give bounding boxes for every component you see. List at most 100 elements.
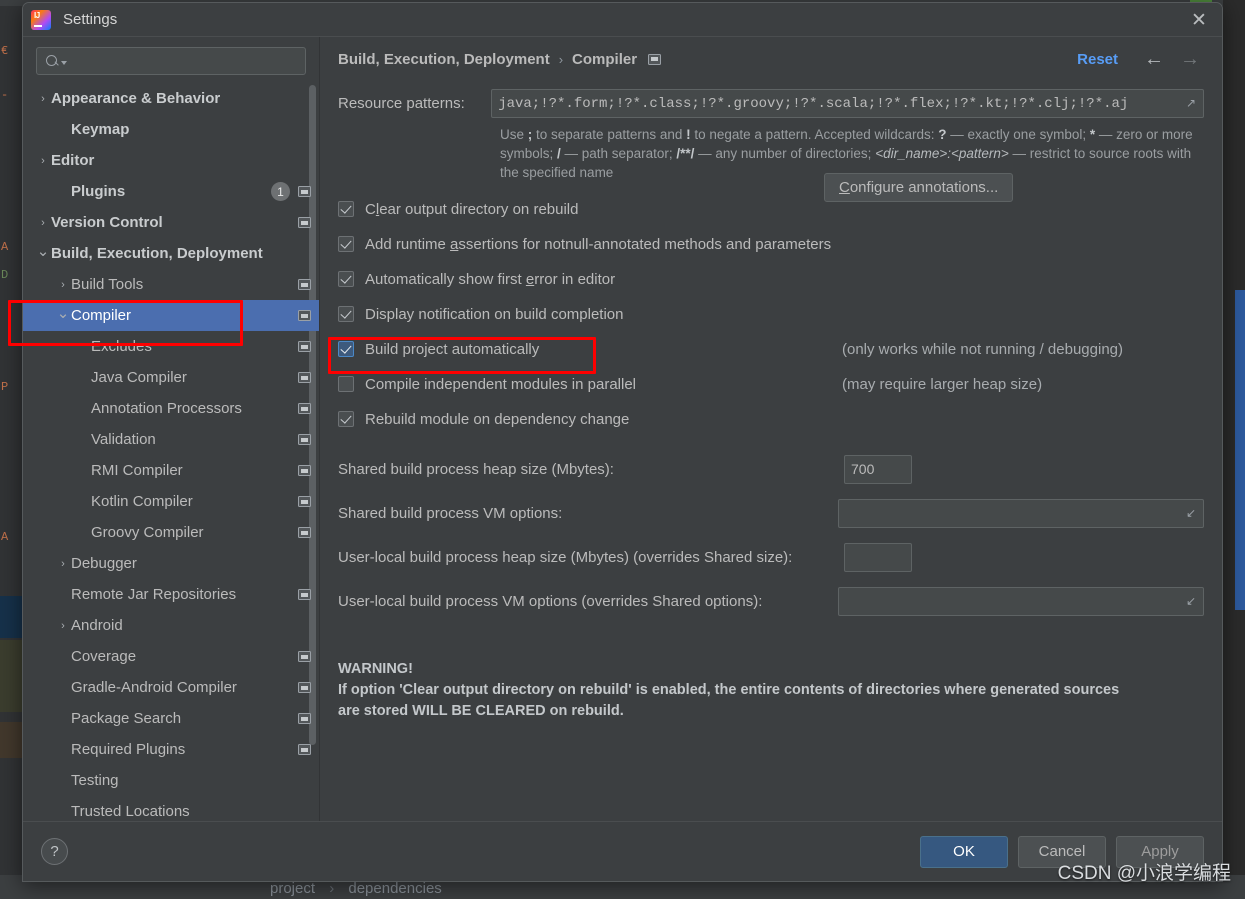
chevron-down-icon[interactable]: ⌄ (55, 304, 71, 322)
sidebar-item-plugins[interactable]: Plugins 1 (23, 176, 319, 207)
sidebar-item-version-control[interactable]: › Version Control (23, 207, 319, 238)
sidebar-item-label: Remote Jar Repositories (71, 586, 237, 603)
reset-button[interactable]: Reset (1077, 51, 1118, 68)
sidebar-item-kotlin-compiler[interactable]: Kotlin Compiler (23, 486, 319, 517)
chevron-down-icon[interactable] (61, 61, 67, 65)
background-breadcrumb-left: project (270, 880, 316, 897)
project-scope-icon[interactable] (298, 310, 311, 321)
project-scope-icon[interactable] (298, 496, 311, 507)
sidebar-item-keymap[interactable]: Keymap (23, 114, 319, 145)
project-scope-icon[interactable] (298, 682, 311, 693)
field-label: User-local build process VM options (ove… (338, 592, 763, 610)
help-button[interactable]: ? (41, 838, 68, 865)
checkbox-label-post: rror in editor (534, 270, 616, 288)
expand-icon[interactable]: ↙ (1184, 594, 1198, 608)
field-input-user-local-build-process-heap-size-mbytes-over[interactable] (844, 542, 912, 572)
field-input-user-local-build-process-vm-options-overrides-[interactable]: ↙ (838, 586, 1204, 616)
sidebar-item-label: Coverage (71, 648, 137, 665)
arrow-right-icon[interactable]: → (1180, 48, 1200, 71)
checkbox-label[interactable]: Add runtime assertions for notnull-annot… (365, 236, 831, 253)
project-scope-icon[interactable] (298, 434, 311, 445)
warning-line-2: are stored WILL BE CLEARED on rebuild. (338, 703, 624, 719)
checkbox-add-runtime-assertions-for-notnull-annotat[interactable] (338, 236, 354, 252)
expand-icon[interactable]: ↗ (1184, 96, 1198, 110)
sidebar-item-compiler[interactable]: ⌄ Compiler (23, 300, 319, 331)
configure-annotations-button[interactable]: Configure annotations... (824, 173, 1014, 202)
project-scope-icon[interactable] (298, 589, 311, 600)
chevron-right-icon[interactable]: › (55, 620, 71, 632)
checkbox-build-project-automatically[interactable] (338, 341, 354, 357)
sidebar-item-required-plugins[interactable]: Required Plugins (23, 734, 319, 765)
chevron-right-icon[interactable]: › (35, 93, 51, 105)
sidebar-item-annotation-processors[interactable]: Annotation Processors (23, 393, 319, 424)
expand-icon[interactable]: ↙ (1184, 506, 1198, 520)
arrow-left-icon[interactable]: ← (1144, 48, 1164, 71)
sidebar-item-android[interactable]: › Android (23, 610, 319, 641)
sidebar-item-java-compiler[interactable]: Java Compiler (23, 362, 319, 393)
gutter-glyph: - (1, 88, 9, 102)
chevron-right-icon[interactable]: › (55, 558, 71, 570)
checkbox-label[interactable]: Display notification on build completion (365, 306, 623, 323)
sidebar-item-label: Build, Execution, Deployment (51, 245, 263, 262)
project-scope-icon[interactable] (298, 341, 311, 352)
sidebar-item-rmi-compiler[interactable]: RMI Compiler (23, 455, 319, 486)
sidebar-item-debugger[interactable]: › Debugger (23, 548, 319, 579)
sidebar-item-excludes[interactable]: Excludes (23, 331, 319, 362)
sidebar-item-editor[interactable]: › Editor (23, 145, 319, 176)
sidebar-item-groovy-compiler[interactable]: Groovy Compiler (23, 517, 319, 548)
checkbox-label[interactable]: Automatically show first error in editor (365, 271, 615, 288)
checkbox-label[interactable]: Build project automatically (365, 341, 539, 358)
resource-patterns-field[interactable]: java;!?*.form;!?*.class;!?*.groovy;!?*.s… (491, 89, 1204, 118)
field-input-shared-build-process-heap-size-mbytes[interactable]: 700 (844, 454, 912, 484)
sidebar-item-trusted-locations[interactable]: Trusted Locations (23, 796, 319, 821)
sidebar-item-label: Trusted Locations (71, 803, 190, 820)
search-input[interactable] (72, 53, 297, 69)
checkbox-label[interactable]: Clear output directory on rebuild (365, 201, 578, 218)
project-scope-icon[interactable] (298, 279, 311, 290)
project-scope-icon[interactable] (298, 372, 311, 383)
project-scope-icon[interactable] (298, 217, 311, 228)
sidebar-item-gradle-android-compiler[interactable]: Gradle-Android Compiler (23, 672, 319, 703)
project-scope-icon[interactable] (298, 403, 311, 414)
chevron-down-icon[interactable]: ⌄ (35, 242, 51, 260)
project-scope-icon[interactable] (298, 465, 311, 476)
checkbox-automatically-show-first-error-in-editor[interactable] (338, 271, 354, 287)
sidebar-item-remote-jar-repositories[interactable]: Remote Jar Repositories (23, 579, 319, 610)
project-scope-icon[interactable] (298, 186, 311, 197)
project-scope-icon[interactable] (298, 651, 311, 662)
checkbox-display-notification-on-build-completion[interactable] (338, 306, 354, 322)
hint-text: Use (500, 127, 528, 142)
warning-line-1: If option 'Clear output directory on reb… (338, 682, 1120, 698)
sidebar-item-build-execution-deployment[interactable]: ⌄ Build, Execution, Deployment (23, 238, 319, 269)
hint-text: — exactly one symbol; (946, 127, 1090, 142)
chevron-right-icon[interactable]: › (35, 155, 51, 167)
checkbox-row-add-runtime-assertions-for-notnull-annotat: Add runtime assertions for notnull-annot… (338, 233, 1204, 255)
chevron-right-icon[interactable]: › (55, 279, 71, 291)
checkbox-label[interactable]: Compile independent modules in parallel (365, 376, 636, 393)
sidebar-item-appearance-behavior[interactable]: › Appearance & Behavior (23, 83, 319, 114)
sidebar-item-testing[interactable]: Testing (23, 765, 319, 796)
resource-patterns-value: java;!?*.form;!?*.class;!?*.groovy;!?*.s… (498, 95, 1129, 112)
hint-text: — any number of directories; (694, 146, 876, 161)
ok-button[interactable]: OK (920, 835, 1008, 868)
checkbox-compile-independent-modules-in-parallel[interactable] (338, 376, 354, 392)
breadcrumb-parent[interactable]: Build, Execution, Deployment (338, 51, 550, 68)
chevron-right-icon[interactable]: › (35, 217, 51, 229)
project-scope-icon[interactable] (298, 527, 311, 538)
checkbox-clear-output-directory-on-rebuild[interactable] (338, 201, 354, 217)
field-input-shared-build-process-vm-options[interactable]: ↙ (838, 498, 1204, 528)
project-scope-icon[interactable] (298, 713, 311, 724)
checkbox-rebuild-module-on-dependency-change[interactable] (338, 411, 354, 427)
gutter-glyph: P (1, 380, 9, 394)
sidebar-item-coverage[interactable]: Coverage (23, 641, 319, 672)
close-icon[interactable]: ✕ (1182, 6, 1216, 34)
sidebar-item-package-search[interactable]: Package Search (23, 703, 319, 734)
editor-scrollbar[interactable] (1235, 290, 1245, 610)
project-scope-icon[interactable] (648, 53, 662, 65)
project-scope-icon[interactable] (298, 744, 311, 755)
sidebar-item-validation[interactable]: Validation (23, 424, 319, 455)
search-box[interactable] (36, 47, 306, 75)
sidebar-item-build-tools[interactable]: › Build Tools (23, 269, 319, 300)
checkbox-label[interactable]: Rebuild module on dependency change (365, 411, 629, 428)
settings-dialog: Settings ✕ ›Appearance & BehaviorKeymap›… (22, 2, 1223, 882)
